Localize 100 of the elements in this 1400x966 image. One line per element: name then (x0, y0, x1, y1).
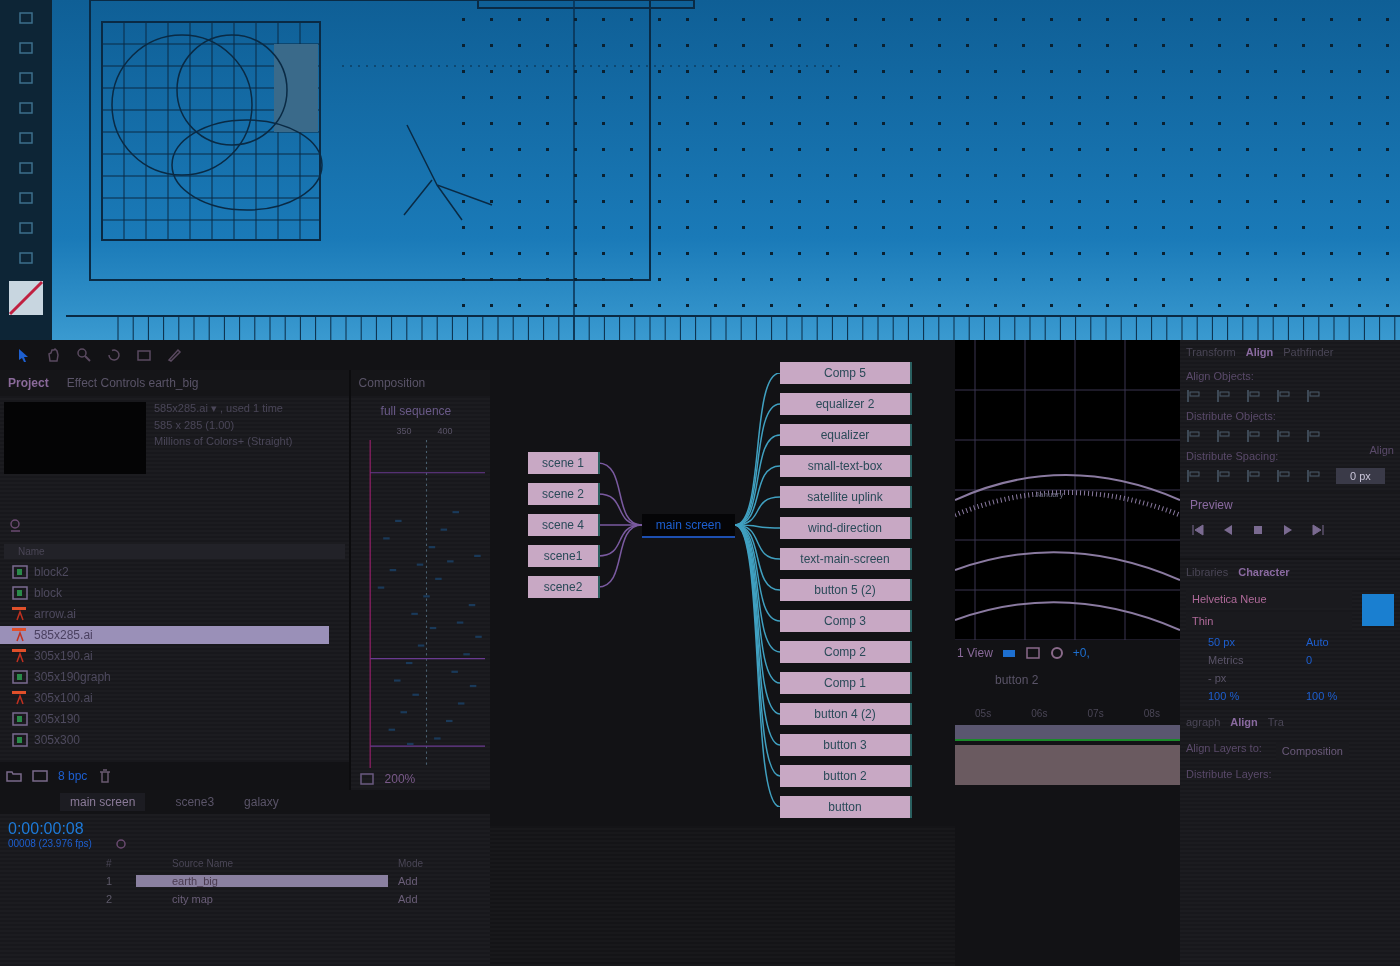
flowchart-node[interactable]: wind-direction (780, 517, 910, 539)
flowchart-node[interactable]: Comp 5 (780, 362, 910, 384)
flowchart-node[interactable]: button 2 (780, 765, 910, 787)
blend-mode-dropdown[interactable]: Add (388, 893, 458, 905)
align-icon[interactable] (1246, 468, 1262, 484)
flowchart-node[interactable]: equalizer (780, 424, 910, 446)
panel-tab[interactable]: Pathfinder (1283, 346, 1334, 358)
panel-tab[interactable]: Tra (1267, 716, 1284, 728)
align-icon[interactable] (1306, 428, 1322, 444)
project-item[interactable]: 305x190graph (0, 668, 329, 686)
align-icon[interactable] (1246, 428, 1262, 444)
align-icon[interactable] (1216, 388, 1232, 404)
panel-tab[interactable]: Align (1245, 346, 1274, 358)
vertical-scale-field[interactable]: 100 % (1208, 690, 1296, 702)
tracking-field[interactable]: 0 (1306, 654, 1394, 666)
flowchart-node[interactable]: text-main-screen (780, 548, 910, 570)
exposure-value[interactable]: +0, (1072, 646, 1090, 660)
blend-mode-dropdown[interactable]: Add (388, 875, 458, 887)
align-icon[interactable] (1276, 388, 1292, 404)
time-ruler-label: 05s (975, 708, 992, 719)
frame-rate-text: 00008 (23.976 fps) (8, 837, 92, 849)
tool-icon[interactable] (18, 220, 34, 236)
time-ruler-label: 08s (1143, 708, 1160, 719)
project-item[interactable]: 585x285.ai (0, 626, 329, 644)
composition-tab[interactable]: galaxy (244, 795, 279, 809)
flowchart-node[interactable]: equalizer 2 (780, 393, 910, 415)
fill-color-swatch[interactable] (1362, 594, 1394, 626)
layer-bar[interactable] (955, 725, 1180, 741)
project-item[interactable]: 305x100.ai (0, 689, 329, 707)
flowchart-node[interactable]: scene 2 (528, 483, 598, 505)
leading-field[interactable]: Auto (1306, 636, 1394, 648)
flowchart-node[interactable]: button 4 (2) (780, 703, 910, 725)
column-header: # (106, 857, 113, 869)
flowchart-node[interactable]: satellite uplink (780, 486, 910, 508)
project-item[interactable]: block (0, 584, 329, 602)
panel-tab[interactable]: Character (1238, 566, 1290, 578)
align-icon[interactable] (1306, 468, 1322, 484)
align-icon[interactable] (1186, 428, 1202, 444)
timecode[interactable]: 0:00:00:08 (8, 819, 92, 838)
align-icon[interactable] (1186, 468, 1202, 484)
layer-name[interactable]: earth_big (136, 875, 388, 887)
project-item[interactable]: 305x190 (0, 710, 329, 728)
zoom-icon[interactable] (76, 347, 92, 363)
align-icon[interactable] (1246, 388, 1262, 404)
flowchart-node[interactable]: main screen (642, 514, 735, 538)
tool-icon[interactable] (18, 40, 34, 56)
effect-controls-tab[interactable]: Effect Controls earth_big (66, 376, 199, 390)
align-icon[interactable] (1216, 428, 1232, 444)
flowchart-node[interactable]: scene1 (528, 545, 598, 567)
flowchart-node[interactable]: button 3 (780, 734, 910, 756)
align-icon[interactable] (1276, 428, 1292, 444)
align-icon[interactable] (1276, 468, 1292, 484)
composition-name[interactable]: full sequence (350, 396, 490, 426)
baseline-field[interactable]: - px (1208, 672, 1296, 684)
time-ruler-label: 06s (1031, 708, 1048, 719)
flowchart-node[interactable]: scene2 (528, 576, 598, 598)
horizontal-scale-field[interactable]: 100 % (1306, 690, 1394, 702)
flowchart-node[interactable]: scene 1 (528, 452, 598, 474)
tool-icon[interactable] (18, 70, 34, 86)
flowchart-node[interactable]: Comp 2 (780, 641, 910, 663)
project-item[interactable]: arrow.ai (0, 605, 329, 623)
tool-icon[interactable] (18, 130, 34, 146)
first-frame-icon[interactable] (1190, 522, 1206, 538)
flowchart-node[interactable]: Comp 1 (780, 672, 910, 694)
align-icon[interactable] (1186, 388, 1202, 404)
project-item[interactable]: 305x300 (0, 731, 329, 749)
tool-icon[interactable] (18, 100, 34, 116)
project-tab[interactable]: Project (8, 376, 49, 390)
flowchart-node[interactable]: button (780, 796, 910, 818)
tool-icon[interactable] (18, 190, 34, 206)
composition-tab[interactable]: scene3 (175, 795, 215, 809)
time-ruler-label: 07s (1087, 708, 1104, 719)
project-item[interactable]: 305x190.ai (0, 647, 329, 665)
flowchart-node[interactable]: small-text-box (780, 455, 910, 477)
tool-icon[interactable] (18, 160, 34, 176)
pen-icon[interactable] (166, 347, 182, 363)
last-frame-icon[interactable] (1310, 522, 1326, 538)
zoom-level-dropdown[interactable]: 200% (384, 772, 416, 786)
spacing-field[interactable]: 0 px (1336, 468, 1385, 484)
composition-tab[interactable]: button 2 (995, 673, 1039, 687)
align-icon[interactable] (1306, 388, 1322, 404)
flowchart-node[interactable]: button 5 (2) (780, 579, 910, 601)
composition-tab[interactable]: main screen (60, 793, 146, 811)
color-swatch-icon[interactable] (8, 280, 44, 316)
kerning-field[interactable]: Metrics (1208, 654, 1296, 666)
tool-icon[interactable] (18, 250, 34, 266)
panel-tab[interactable]: Align (1230, 716, 1258, 728)
tool-icon[interactable] (18, 10, 34, 26)
align-icon[interactable] (1216, 468, 1232, 484)
view-layout-dropdown[interactable]: 1 View (957, 646, 993, 660)
folder-icon[interactable] (6, 768, 22, 784)
bit-depth-button[interactable]: 8 bpc (58, 769, 88, 783)
font-size-field[interactable]: 50 px (1208, 636, 1296, 648)
hand-icon[interactable] (46, 347, 62, 363)
panel-tab[interactable]: Libraries (1186, 566, 1229, 578)
project-item[interactable]: block2 (0, 563, 329, 581)
flowchart-node[interactable]: scene 4 (528, 514, 598, 536)
rotate-icon[interactable] (106, 347, 122, 363)
flowchart-node[interactable]: Comp 3 (780, 610, 910, 632)
layer-name[interactable]: city map (136, 893, 388, 905)
